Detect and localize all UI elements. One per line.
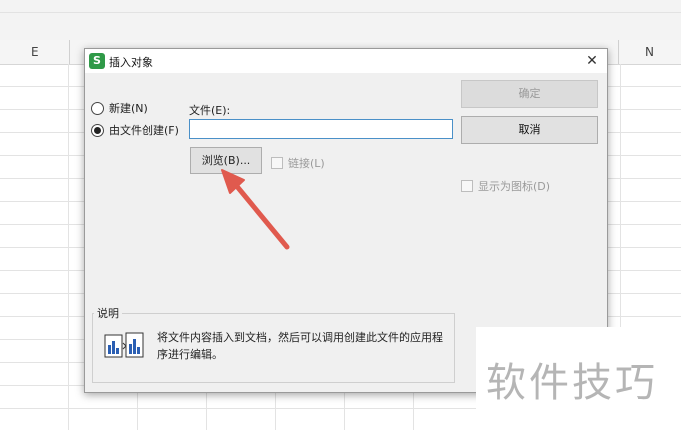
link-checkbox-label: 链接(L) bbox=[288, 157, 325, 170]
description-title: 说明 bbox=[94, 305, 122, 321]
radio-from-file-label: 由文件创建(F) bbox=[109, 124, 179, 137]
wps-app-icon: S bbox=[89, 53, 105, 69]
description-text: 将文件内容插入到文档，然后可以调用创建此文件的应用程序进行编辑。 bbox=[157, 331, 443, 361]
show-as-icon-checkbox[interactable] bbox=[461, 180, 473, 192]
close-button[interactable]: ✕ bbox=[583, 52, 601, 70]
dialog-titlebar: S 插入对象 ✕ bbox=[85, 49, 607, 73]
show-as-icon-label: 显示为图标(D) bbox=[478, 180, 551, 193]
watermark-text: 软件技巧 bbox=[486, 360, 658, 406]
column-header-n[interactable]: N bbox=[645, 45, 654, 59]
column-separator bbox=[69, 40, 70, 64]
radio-from-file-indicator[interactable] bbox=[91, 123, 104, 137]
radio-from-file[interactable]: 由文件创建(F) bbox=[91, 122, 179, 138]
document-chart-icon bbox=[104, 332, 144, 358]
cancel-button[interactable]: 取消 bbox=[461, 116, 598, 144]
radio-new-indicator[interactable] bbox=[91, 101, 104, 115]
link-checkbox-row[interactable]: 链接(L) bbox=[271, 155, 325, 171]
radio-new-label: 新建(N) bbox=[109, 102, 148, 115]
column-separator bbox=[618, 40, 619, 64]
dialog-title: 插入对象 bbox=[109, 56, 153, 69]
file-path-input[interactable] bbox=[189, 119, 453, 139]
ok-button[interactable]: 确定 bbox=[461, 80, 598, 108]
radio-new[interactable]: 新建(N) bbox=[91, 100, 148, 116]
link-checkbox[interactable] bbox=[271, 157, 283, 169]
file-field-label: 文件(E): bbox=[189, 104, 231, 117]
close-icon: ✕ bbox=[586, 53, 598, 69]
column-header-e[interactable]: E bbox=[31, 45, 39, 59]
toolbar-strip bbox=[0, 0, 681, 41]
browse-button[interactable]: 浏览(B)... bbox=[190, 147, 262, 174]
show-as-icon-row[interactable]: 显示为图标(D) bbox=[461, 178, 550, 194]
